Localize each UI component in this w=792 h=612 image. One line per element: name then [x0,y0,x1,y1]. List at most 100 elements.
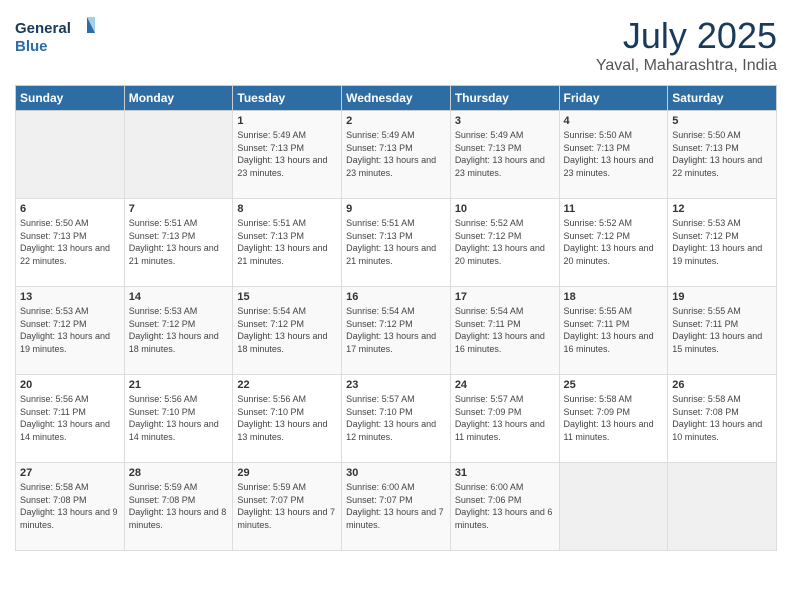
day-info: Sunrise: 5:53 AMSunset: 7:12 PMDaylight:… [672,217,772,267]
day-number: 29 [237,467,337,479]
day-info: Sunrise: 5:52 AMSunset: 7:12 PMDaylight:… [564,217,664,267]
day-number: 22 [237,379,337,391]
day-number: 2 [346,115,446,127]
calendar-cell: 12 Sunrise: 5:53 AMSunset: 7:12 PMDaylig… [668,199,777,287]
svg-text:General: General [15,20,71,37]
day-info: Sunrise: 5:50 AMSunset: 7:13 PMDaylight:… [672,129,772,179]
day-info: Sunrise: 5:57 AMSunset: 7:09 PMDaylight:… [455,393,555,443]
calendar-cell: 19 Sunrise: 5:55 AMSunset: 7:11 PMDaylig… [668,287,777,375]
page: General Blue July 2025 Yaval, Maharashtr… [0,0,792,612]
day-number: 15 [237,291,337,303]
day-info: Sunrise: 5:58 AMSunset: 7:08 PMDaylight:… [20,481,120,531]
calendar-cell: 8 Sunrise: 5:51 AMSunset: 7:13 PMDayligh… [233,199,342,287]
day-info: Sunrise: 5:49 AMSunset: 7:13 PMDaylight:… [346,129,446,179]
calendar-cell: 20 Sunrise: 5:56 AMSunset: 7:11 PMDaylig… [16,375,125,463]
calendar-week-2: 6 Sunrise: 5:50 AMSunset: 7:13 PMDayligh… [16,199,777,287]
day-number: 23 [346,379,446,391]
calendar-week-5: 27 Sunrise: 5:58 AMSunset: 7:08 PMDaylig… [16,463,777,551]
location-title: Yaval, Maharashtra, India [596,57,777,75]
day-number: 31 [455,467,555,479]
calendar-cell: 4 Sunrise: 5:50 AMSunset: 7:13 PMDayligh… [559,111,668,199]
calendar-table: Sunday Monday Tuesday Wednesday Thursday… [15,85,777,551]
calendar-cell: 17 Sunrise: 5:54 AMSunset: 7:11 PMDaylig… [450,287,559,375]
col-tuesday: Tuesday [233,86,342,111]
day-number: 19 [672,291,772,303]
calendar-cell: 1 Sunrise: 5:49 AMSunset: 7:13 PMDayligh… [233,111,342,199]
day-number: 18 [564,291,664,303]
calendar-cell: 10 Sunrise: 5:52 AMSunset: 7:12 PMDaylig… [450,199,559,287]
header-row: Sunday Monday Tuesday Wednesday Thursday… [16,86,777,111]
col-wednesday: Wednesday [342,86,451,111]
calendar-week-3: 13 Sunrise: 5:53 AMSunset: 7:12 PMDaylig… [16,287,777,375]
calendar-cell: 22 Sunrise: 5:56 AMSunset: 7:10 PMDaylig… [233,375,342,463]
calendar-cell: 9 Sunrise: 5:51 AMSunset: 7:13 PMDayligh… [342,199,451,287]
calendar-cell: 7 Sunrise: 5:51 AMSunset: 7:13 PMDayligh… [124,199,233,287]
day-number: 13 [20,291,120,303]
day-number: 16 [346,291,446,303]
calendar-week-1: 1 Sunrise: 5:49 AMSunset: 7:13 PMDayligh… [16,111,777,199]
day-number: 26 [672,379,772,391]
day-number: 14 [129,291,229,303]
calendar-cell [16,111,125,199]
day-info: Sunrise: 5:55 AMSunset: 7:11 PMDaylight:… [672,305,772,355]
day-info: Sunrise: 5:59 AMSunset: 7:08 PMDaylight:… [129,481,229,531]
calendar-cell: 27 Sunrise: 5:58 AMSunset: 7:08 PMDaylig… [16,463,125,551]
calendar-cell: 14 Sunrise: 5:53 AMSunset: 7:12 PMDaylig… [124,287,233,375]
day-info: Sunrise: 5:58 AMSunset: 7:08 PMDaylight:… [672,393,772,443]
logo-svg: General Blue [15,15,95,57]
day-info: Sunrise: 5:49 AMSunset: 7:13 PMDaylight:… [237,129,337,179]
col-monday: Monday [124,86,233,111]
calendar-cell: 30 Sunrise: 6:00 AMSunset: 7:07 PMDaylig… [342,463,451,551]
calendar-cell: 2 Sunrise: 5:49 AMSunset: 7:13 PMDayligh… [342,111,451,199]
logo: General Blue [15,15,95,57]
calendar-cell: 11 Sunrise: 5:52 AMSunset: 7:12 PMDaylig… [559,199,668,287]
day-number: 21 [129,379,229,391]
day-info: Sunrise: 5:53 AMSunset: 7:12 PMDaylight:… [129,305,229,355]
day-info: Sunrise: 5:54 AMSunset: 7:12 PMDaylight:… [237,305,337,355]
calendar-cell: 29 Sunrise: 5:59 AMSunset: 7:07 PMDaylig… [233,463,342,551]
day-info: Sunrise: 5:56 AMSunset: 7:11 PMDaylight:… [20,393,120,443]
svg-text:Blue: Blue [15,38,48,55]
col-saturday: Saturday [668,86,777,111]
calendar-cell [559,463,668,551]
day-number: 10 [455,203,555,215]
day-info: Sunrise: 5:56 AMSunset: 7:10 PMDaylight:… [237,393,337,443]
day-info: Sunrise: 5:59 AMSunset: 7:07 PMDaylight:… [237,481,337,531]
day-number: 12 [672,203,772,215]
calendar-cell: 23 Sunrise: 5:57 AMSunset: 7:10 PMDaylig… [342,375,451,463]
day-info: Sunrise: 6:00 AMSunset: 7:06 PMDaylight:… [455,481,555,531]
calendar-cell: 31 Sunrise: 6:00 AMSunset: 7:06 PMDaylig… [450,463,559,551]
day-number: 6 [20,203,120,215]
day-number: 9 [346,203,446,215]
day-info: Sunrise: 5:50 AMSunset: 7:13 PMDaylight:… [564,129,664,179]
calendar-cell: 15 Sunrise: 5:54 AMSunset: 7:12 PMDaylig… [233,287,342,375]
day-number: 5 [672,115,772,127]
day-info: Sunrise: 5:57 AMSunset: 7:10 PMDaylight:… [346,393,446,443]
title-block: July 2025 Yaval, Maharashtra, India [596,15,777,75]
day-info: Sunrise: 5:49 AMSunset: 7:13 PMDaylight:… [455,129,555,179]
day-number: 4 [564,115,664,127]
day-number: 11 [564,203,664,215]
month-title: July 2025 [596,15,777,57]
day-number: 8 [237,203,337,215]
day-number: 28 [129,467,229,479]
col-thursday: Thursday [450,86,559,111]
calendar-cell: 21 Sunrise: 5:56 AMSunset: 7:10 PMDaylig… [124,375,233,463]
calendar-cell: 3 Sunrise: 5:49 AMSunset: 7:13 PMDayligh… [450,111,559,199]
calendar-cell: 18 Sunrise: 5:55 AMSunset: 7:11 PMDaylig… [559,287,668,375]
calendar-cell: 28 Sunrise: 5:59 AMSunset: 7:08 PMDaylig… [124,463,233,551]
col-sunday: Sunday [16,86,125,111]
day-info: Sunrise: 5:53 AMSunset: 7:12 PMDaylight:… [20,305,120,355]
calendar-cell [668,463,777,551]
day-info: Sunrise: 5:50 AMSunset: 7:13 PMDaylight:… [20,217,120,267]
day-info: Sunrise: 5:52 AMSunset: 7:12 PMDaylight:… [455,217,555,267]
header: General Blue July 2025 Yaval, Maharashtr… [15,15,777,75]
day-number: 24 [455,379,555,391]
day-number: 3 [455,115,555,127]
day-number: 7 [129,203,229,215]
calendar-week-4: 20 Sunrise: 5:56 AMSunset: 7:11 PMDaylig… [16,375,777,463]
day-info: Sunrise: 5:56 AMSunset: 7:10 PMDaylight:… [129,393,229,443]
calendar-cell: 6 Sunrise: 5:50 AMSunset: 7:13 PMDayligh… [16,199,125,287]
day-info: Sunrise: 6:00 AMSunset: 7:07 PMDaylight:… [346,481,446,531]
day-info: Sunrise: 5:54 AMSunset: 7:11 PMDaylight:… [455,305,555,355]
